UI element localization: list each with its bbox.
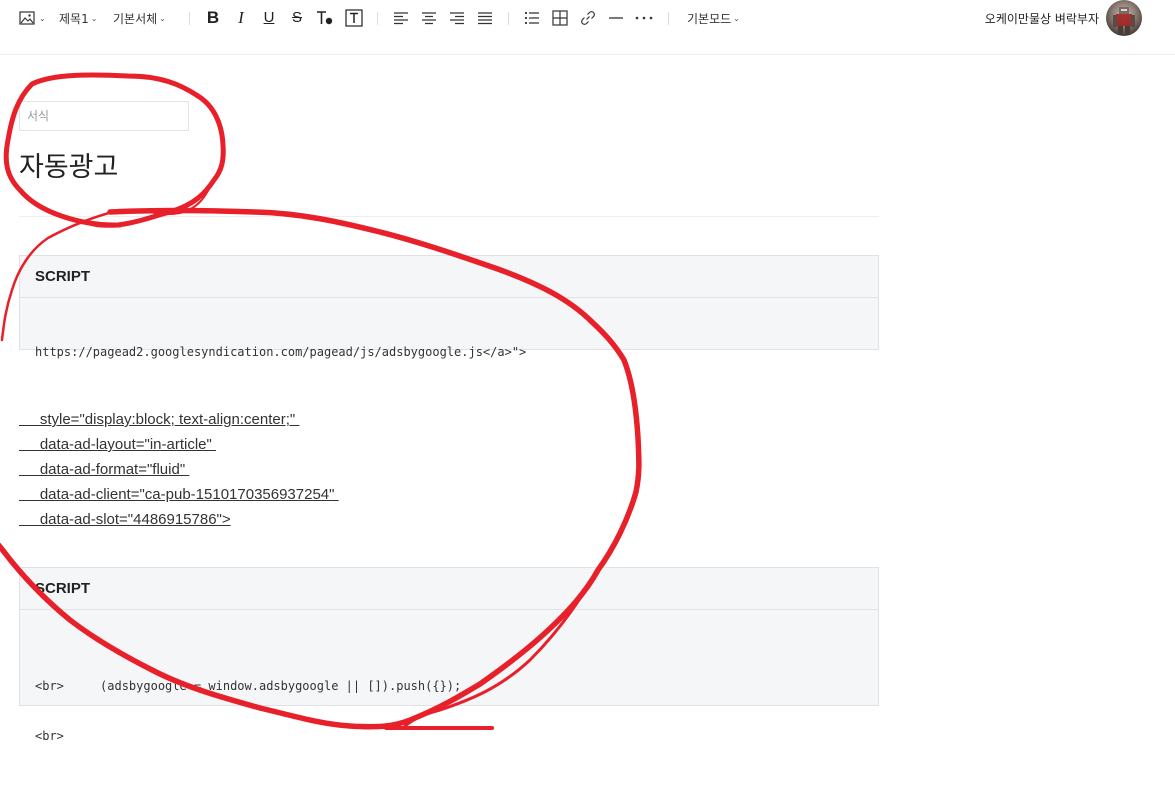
code-block-header: SCRIPT xyxy=(20,568,878,610)
align-right-icon xyxy=(447,8,467,28)
attribute-line-link[interactable]: data-ad-format="fluid" xyxy=(19,457,339,482)
chevron-down-icon: ⌄ xyxy=(733,13,740,23)
horizontal-line-icon xyxy=(606,8,626,28)
toolbar-divider xyxy=(189,12,190,25)
chevron-down-icon: ⌄ xyxy=(159,13,166,23)
link-icon xyxy=(578,8,598,28)
text-color-icon xyxy=(315,8,335,28)
attribute-line-link[interactable]: data-ad-slot="4486915786"> xyxy=(19,507,339,532)
font-select[interactable]: 기본서체 ⌄ xyxy=(113,8,166,28)
code-block-body[interactable]: <br> (adsbygoogle = window.adsbygoogle |… xyxy=(20,610,878,775)
italic-button[interactable]: I xyxy=(231,8,251,28)
toolbar-divider xyxy=(508,12,509,25)
link-button[interactable] xyxy=(578,8,598,28)
user-name: 오케이만물상 벼락부자 xyxy=(984,12,1099,26)
align-left-button[interactable] xyxy=(391,8,411,28)
text-background-icon xyxy=(344,8,364,28)
bold-button[interactable]: B xyxy=(203,8,223,28)
code-block-header: SCRIPT xyxy=(20,256,878,298)
heading-label: 제목1 xyxy=(59,11,89,26)
strikethrough-icon: S xyxy=(291,9,302,26)
toolbar-divider xyxy=(377,12,378,25)
page-title[interactable]: 자동광고 xyxy=(19,146,118,190)
horizontal-line-button[interactable] xyxy=(606,8,626,28)
toolbar-divider xyxy=(668,12,669,25)
category-input[interactable] xyxy=(19,101,189,131)
underline-icon: U xyxy=(263,9,275,26)
code-line: <br> (adsbygoogle = window.adsbygoogle |… xyxy=(35,679,462,693)
font-label: 기본서체 xyxy=(113,11,158,26)
strikethrough-button[interactable]: S xyxy=(287,8,307,28)
text-background-button[interactable] xyxy=(344,8,364,28)
code-line: https://pagead2.googlesyndication.com/pa… xyxy=(35,345,527,359)
code-line: <br> xyxy=(35,729,64,743)
chevron-down-icon: ⌄ xyxy=(90,13,98,23)
text-color-button[interactable] xyxy=(315,8,335,28)
image-insert-button[interactable]: ⌄ xyxy=(17,8,46,28)
mode-select[interactable]: 기본모드 ⌄ xyxy=(687,8,740,28)
align-justify-icon xyxy=(475,8,495,28)
chevron-down-icon: ⌄ xyxy=(39,13,46,23)
avatar[interactable] xyxy=(1106,0,1142,36)
align-right-button[interactable] xyxy=(447,8,467,28)
editor-toolbar: ⌄ 제목1 ⌄ 기본서체 ⌄ B I U S 기본모드 ⌄ 오케이만물상 벼락부… xyxy=(0,0,1175,55)
italic-icon: I xyxy=(238,8,244,27)
image-icon xyxy=(17,8,37,28)
attribute-line-link[interactable]: data-ad-client="ca-pub-1510170356937254" xyxy=(19,482,339,507)
table-icon xyxy=(550,8,570,28)
table-button[interactable] xyxy=(550,8,570,28)
align-center-icon xyxy=(419,8,439,28)
attribute-lines: style="display:block; text-align:center;… xyxy=(19,407,339,532)
align-center-button[interactable] xyxy=(419,8,439,28)
code-block[interactable]: SCRIPT <br> (adsbygoogle = window.adsbyg… xyxy=(19,567,879,743)
underline-button[interactable]: U xyxy=(259,8,279,28)
title-divider xyxy=(19,216,879,217)
align-justify-button[interactable] xyxy=(475,8,495,28)
code-block[interactable]: SCRIPT https://pagead2.googlesyndication… xyxy=(19,255,879,359)
code-block-body[interactable]: https://pagead2.googlesyndication.com/pa… xyxy=(20,298,878,391)
mode-label: 기본모드 xyxy=(687,11,732,26)
heading-select[interactable]: 제목1 ⌄ xyxy=(59,8,97,28)
bold-icon: B xyxy=(206,8,220,27)
align-left-icon xyxy=(391,8,411,28)
more-button[interactable] xyxy=(634,8,654,28)
annotation-circle-title-tail xyxy=(149,179,215,216)
attribute-line-link[interactable]: data-ad-layout="in-article" xyxy=(19,432,339,457)
bullet-list-icon xyxy=(522,8,542,28)
attribute-line-link[interactable]: style="display:block; text-align:center;… xyxy=(19,407,339,432)
bullet-list-button[interactable] xyxy=(522,8,542,28)
more-icon xyxy=(634,8,654,28)
